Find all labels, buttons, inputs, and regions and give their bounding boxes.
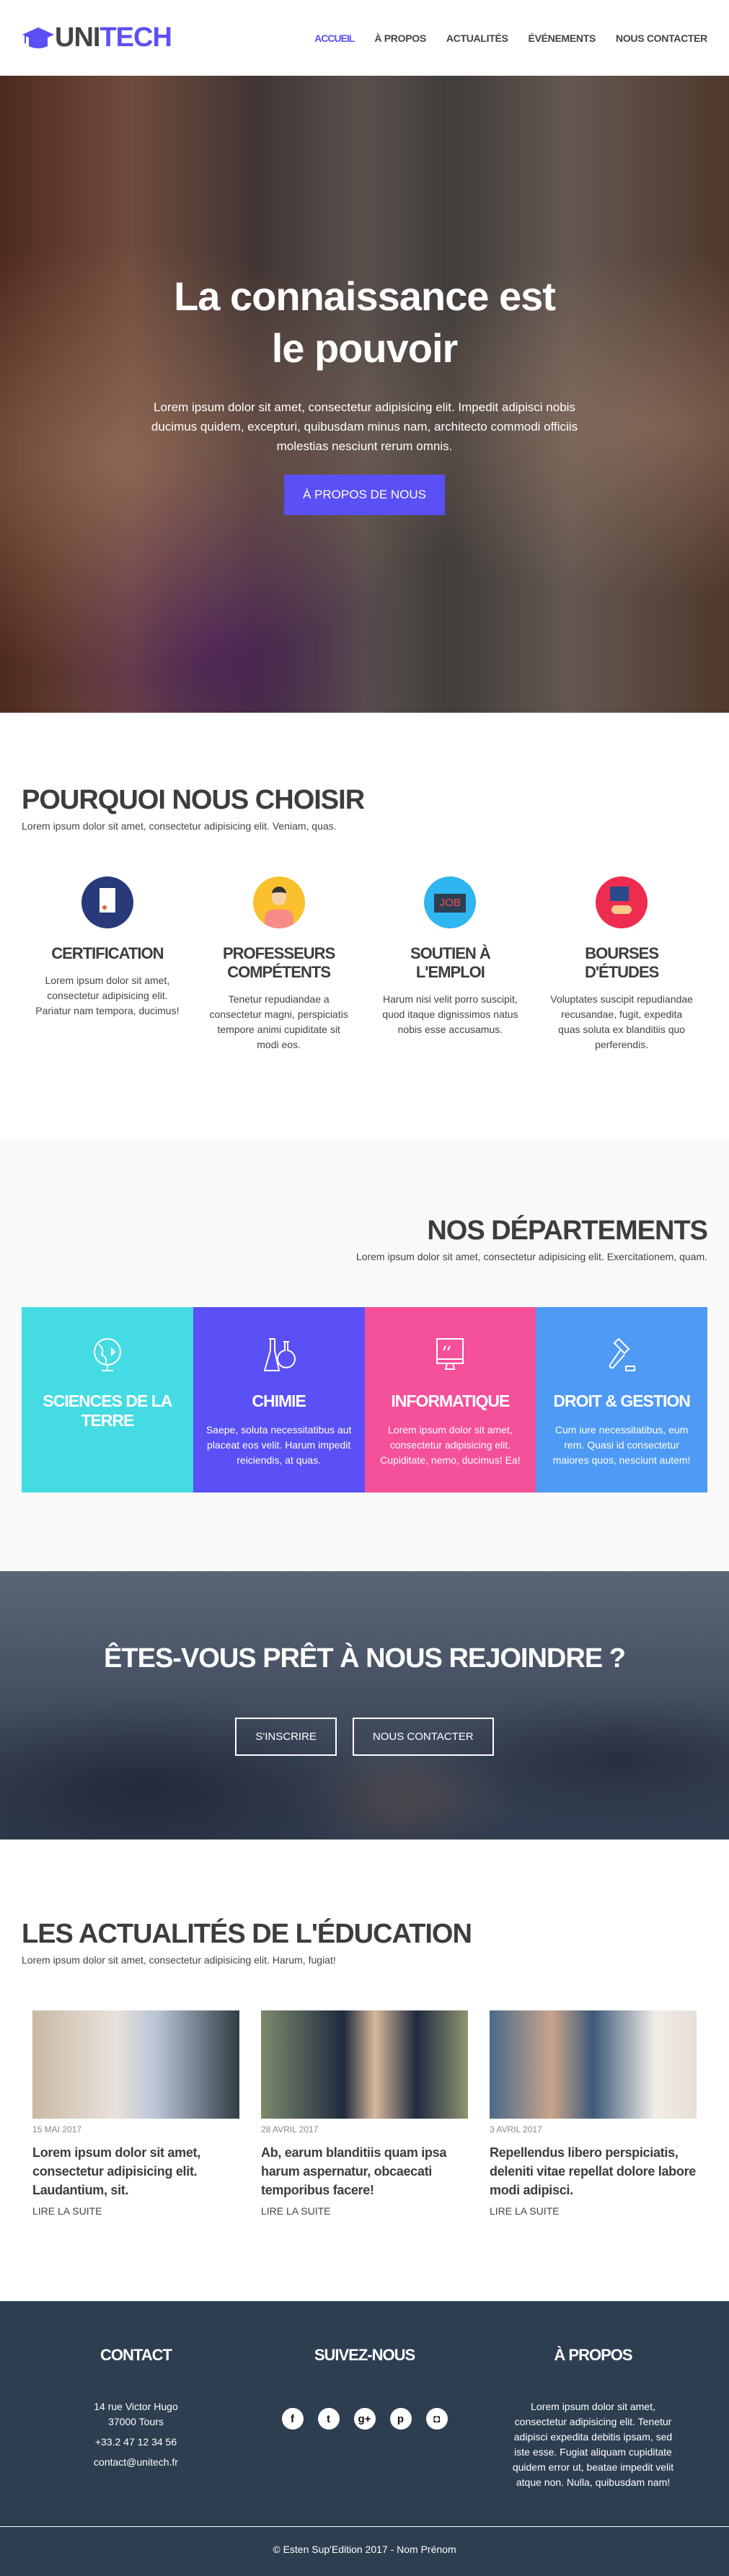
post-title[interactable]: Lorem ipsum dolor sit amet, consectetur … — [32, 2143, 239, 2199]
nav-evenements[interactable]: ÉVÉNEMENTS — [529, 32, 596, 44]
hero-title: La connaissance est le pouvoir — [174, 273, 556, 371]
nav-actualites[interactable]: ACTUALITÉS — [446, 32, 508, 44]
about-us-button[interactable]: À PROPOS DE NOUS — [284, 475, 445, 515]
logo-text-uni: UNI — [55, 22, 100, 53]
scholarship-hand-icon — [596, 876, 648, 928]
post-title[interactable]: Ab, earum blanditiis quam ipsa harum asp… — [261, 2143, 468, 2199]
graduation-cap-icon — [22, 27, 54, 48]
feature-title: CERTIFICATION — [51, 944, 164, 962]
department-text: Lorem ipsum dolor sit amet, consectetur … — [380, 1424, 521, 1466]
section-title: LES ACTUALITÉS DE L'ÉDUCATION — [22, 1919, 472, 1949]
section-subtitle: Lorem ipsum dolor sit amet, consectetur … — [355, 1251, 707, 1262]
post-title[interactable]: Repellendus libero perspiciatis, delenit… — [490, 2143, 697, 2199]
twitter-icon[interactable]: t — [317, 2408, 340, 2430]
footer-contact: CONTACT 14 rue Victor Hugo 37000 Tours +… — [22, 2346, 250, 2495]
news-post: 28 AVRIL 2017 Ab, earum blanditiis quam … — [261, 2010, 468, 2217]
post-date: 3 AVRIL 2017 — [490, 2124, 542, 2135]
nav-nous-contacter[interactable]: NOUS CONTACTER — [616, 32, 707, 44]
department-card-chimie[interactable]: CHIMIE Saepe, soluta necessitatibus aut … — [193, 1307, 365, 1493]
footer-social: SUIVEZ-NOUS f t g+ p ◘ — [250, 2346, 479, 2495]
department-card-droit[interactable]: DROIT & GESTION Cum iure necessitatibus,… — [536, 1307, 707, 1493]
footer-about: À PROPOS Lorem ipsum dolor sit amet, con… — [479, 2346, 707, 2495]
feature-certification: CERTIFICATION Lorem ipsum dolor sit amet… — [22, 876, 193, 1052]
feature-text: Voluptates suscipit repudiandae recusand… — [550, 993, 693, 1050]
department-card-sciences[interactable]: SCIENCES DE LA TERRE — [22, 1307, 193, 1493]
main-nav: ACCUEIL À PROPOS ACTUALITÉS ÉVÉNEMENTS N… — [314, 32, 707, 44]
site-footer: CONTACT 14 rue Victor Hugo 37000 Tours +… — [0, 2301, 729, 2576]
address-city: 37000 Tours — [108, 2416, 164, 2427]
hero-text: Lorem ipsum dolor sit amet, consectetur … — [151, 400, 578, 453]
department-title: DROIT & GESTION — [553, 1392, 690, 1410]
department-title: SCIENCES DE LA TERRE — [43, 1392, 172, 1430]
nav-a-propos[interactable]: À PROPOS — [374, 32, 426, 44]
job-sign-icon: JOB — [424, 876, 477, 928]
certificate-icon — [81, 876, 133, 928]
feature-title: BOURSES D'ÉTUDES — [584, 944, 659, 981]
post-image[interactable] — [261, 2010, 468, 2119]
feature-professeurs: PROFESSEURS COMPÉTENTS Tenetur repudiand… — [193, 876, 365, 1052]
instagram-icon[interactable]: ◘ — [425, 2408, 448, 2430]
post-image[interactable] — [32, 2010, 239, 2119]
post-date: 15 MAI 2017 — [32, 2124, 82, 2135]
section-title: POURQUOI NOUS CHOISIR — [22, 785, 365, 815]
footer-heading: CONTACT — [100, 2346, 172, 2364]
phone: +33.2 47 12 34 56 — [94, 2436, 177, 2448]
feature-emploi: JOB SOUTIEN À L'EMPLOI Harum nisi velit … — [365, 876, 536, 1052]
news-post: 15 MAI 2017 Lorem ipsum dolor sit amet, … — [32, 2010, 239, 2217]
pinterest-icon[interactable]: p — [389, 2408, 412, 2430]
department-text: Saepe, soluta necessitatibus aut placeat… — [206, 1424, 352, 1466]
feature-title: PROFESSEURS COMPÉTENTS — [222, 944, 335, 981]
facebook-icon[interactable]: f — [281, 2408, 304, 2430]
departments-section: NOS DÉPARTEMENTS Lorem ipsum dolor sit a… — [0, 1138, 729, 1571]
section-subtitle: Lorem ipsum dolor sit amet, consectetur … — [22, 1954, 336, 1966]
site-header: UNI TECH ACCUEIL À PROPOS ACTUALITÉS ÉVÉN… — [0, 0, 729, 76]
post-image[interactable] — [490, 2010, 697, 2119]
read-more-link[interactable]: LIRE LA SUITE — [32, 2205, 239, 2217]
department-text: Cum iure necessitatibus, eum rem. Quasi … — [552, 1424, 691, 1466]
department-title: INFORMATIQUE — [391, 1392, 510, 1410]
signup-button[interactable]: S'INSCRIRE — [235, 1718, 337, 1756]
logo[interactable]: UNI TECH — [22, 22, 172, 53]
logo-text-tech: TECH — [100, 22, 172, 53]
feature-bourses: BOURSES D'ÉTUDES Voluptates suscipit rep… — [536, 876, 707, 1052]
department-card-informatique[interactable]: INFORMATIQUE Lorem ipsum dolor sit amet,… — [364, 1307, 536, 1493]
feature-text: Tenetur repudiandae a consectetur magni,… — [209, 993, 348, 1050]
read-more-link[interactable]: LIRE LA SUITE — [261, 2205, 468, 2217]
about-text: Lorem ipsum dolor sit amet, consectetur … — [512, 2401, 674, 2488]
news-post: 3 AVRIL 2017 Repellendus libero perspici… — [490, 2010, 697, 2217]
section-subtitle: Lorem ipsum dolor sit amet, consectetur … — [22, 820, 337, 832]
department-title: CHIMIE — [252, 1392, 306, 1410]
email-link[interactable]: contact@unitech.fr — [94, 2456, 178, 2468]
address-line: 14 rue Victor Hugo — [94, 2401, 178, 2412]
google-plus-icon[interactable]: g+ — [353, 2408, 376, 2430]
footer-heading: À PROPOS — [554, 2346, 632, 2364]
nav-accueil[interactable]: ACCUEIL — [314, 32, 355, 44]
footer-heading: SUIVEZ-NOUS — [314, 2346, 415, 2364]
section-title: NOS DÉPARTEMENTS — [427, 1216, 708, 1246]
monitor-icon — [436, 1338, 464, 1370]
globe-icon — [93, 1338, 121, 1371]
hero-section: La connaissance est le pouvoir Lorem ips… — [0, 76, 729, 713]
news-section: LES ACTUALITÉS DE L'ÉDUCATION Lorem ipsu… — [0, 1839, 729, 2301]
footer-divider — [0, 2526, 729, 2527]
flasks-icon — [263, 1338, 296, 1371]
feature-text: Lorem ipsum dolor sit amet, consectetur … — [35, 975, 180, 1016]
cta-section: ÊTES-VOUS PRÊT À NOUS REJOINDRE ? S'INSC… — [0, 1571, 729, 1839]
post-date: 28 AVRIL 2017 — [261, 2124, 319, 2135]
why-section: POURQUOI NOUS CHOISIR Lorem ipsum dolor … — [0, 713, 729, 1138]
feature-text: Harum nisi velit porro suscipit, quod it… — [382, 993, 518, 1035]
read-more-link[interactable]: LIRE LA SUITE — [490, 2205, 697, 2217]
cta-title: ÊTES-VOUS PRÊT À NOUS REJOINDRE ? — [104, 1643, 626, 1674]
copyright: © Esten Sup'Edition 2017 - Nom Prénom — [273, 2544, 456, 2555]
contact-button[interactable]: NOUS CONTACTER — [352, 1718, 494, 1756]
feature-title: SOUTIEN À L'EMPLOI — [410, 944, 491, 981]
gavel-icon — [609, 1337, 636, 1371]
teacher-icon — [252, 876, 305, 928]
